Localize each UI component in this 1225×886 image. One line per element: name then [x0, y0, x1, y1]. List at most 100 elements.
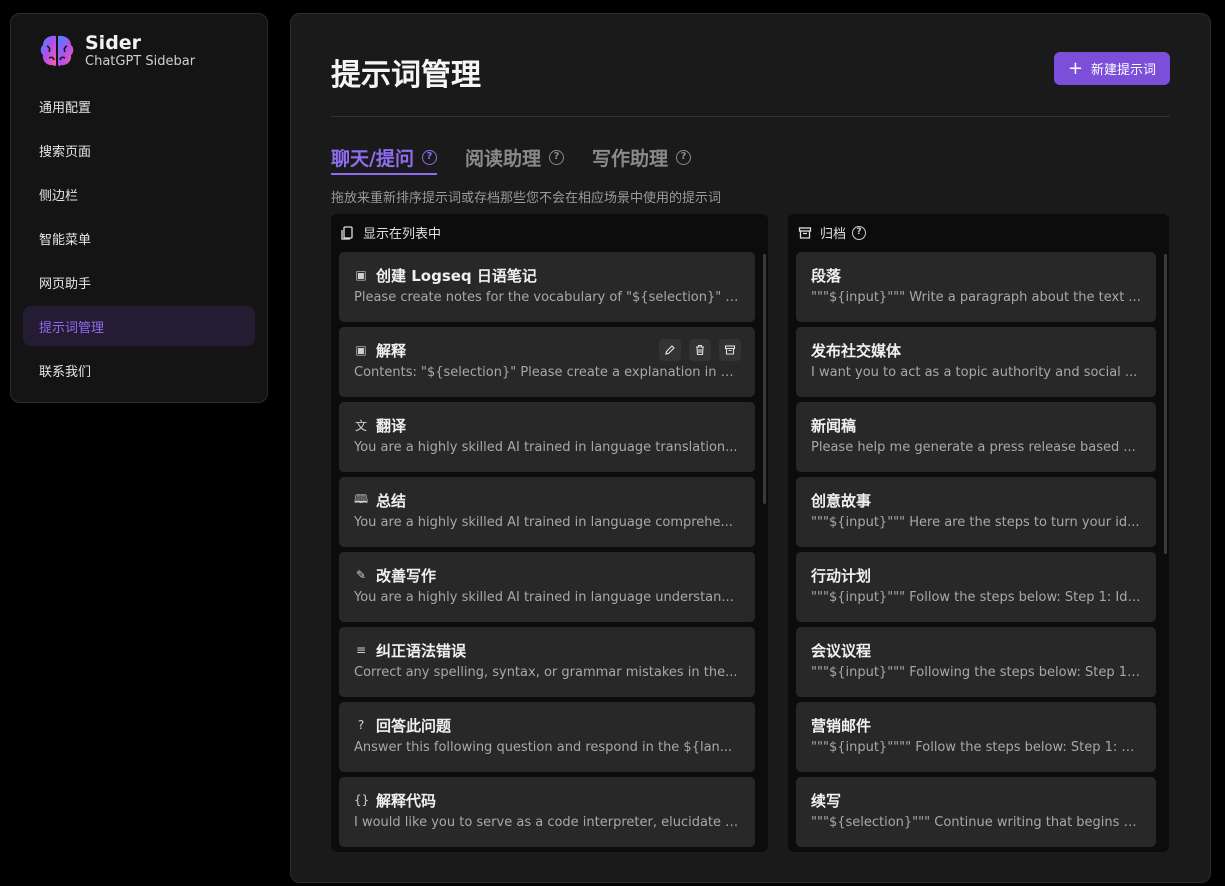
prompt-description: You are a highly skilled AI trained in l… — [354, 590, 734, 605]
sidebar-nav: 通用配置 搜索页面 侧边栏 智能菜单 网页助手 提示词管理 联系我们 — [23, 86, 255, 394]
prompt-description: Answer this following question and respo… — [354, 740, 733, 755]
prompt-description: """${selection}""" Continue writing that… — [811, 815, 1141, 830]
sidebar-item-smart-menu[interactable]: 智能菜单 — [23, 218, 255, 258]
archived-card[interactable]: 发布社交媒体 I want you to act as a topic auth… — [796, 327, 1156, 397]
archived-card[interactable]: 新闻稿 Please help me generate a press rele… — [796, 402, 1156, 472]
prompt-description: You are a highly skilled AI trained in l… — [354, 440, 738, 455]
sidebar-item-search-page[interactable]: 搜索页面 — [23, 130, 255, 170]
prompt-title: 营销邮件 — [811, 716, 872, 735]
help-icon[interactable]: ? — [852, 225, 867, 240]
prompt-title: 总结 — [376, 491, 407, 510]
brand-name: Sider — [85, 32, 142, 54]
prompt-list: ▣ 创建 Logseq 日语笔记 Please create notes for… — [339, 252, 755, 852]
brain-logo-icon — [40, 35, 74, 67]
prompt-title: 创意故事 — [811, 491, 872, 510]
edit-icon[interactable] — [659, 339, 681, 361]
question-icon: ? — [357, 718, 365, 732]
prompt-description: You are a highly skilled AI trained in l… — [354, 515, 733, 530]
prompt-description: I want you to act as a topic authority a… — [811, 365, 1138, 380]
tab-label: 阅读助理 — [464, 147, 541, 170]
sidebar-item-prompt-management[interactable]: 提示词管理 — [23, 306, 255, 346]
note-icon: ▣ — [355, 343, 367, 357]
note-icon: ▣ — [355, 268, 367, 282]
new-prompt-label: 新建提示词 — [1090, 63, 1156, 78]
prompt-title: 段落 — [811, 266, 842, 285]
column-title: 显示在列表中 — [363, 227, 442, 242]
spellcheck-icon: ≡ — [355, 643, 367, 657]
prompt-description: """${input}"""" Follow the steps below: … — [811, 740, 1141, 755]
prompt-card[interactable]: {} 解释代码 I would like you to serve as a c… — [339, 777, 755, 847]
prompt-description: """${input}""" Follow the steps below: S… — [811, 590, 1141, 605]
plus-icon: + — [1067, 57, 1083, 79]
prompt-title: 解释 — [376, 341, 407, 360]
prompt-description: Please help me generate a press release … — [811, 440, 1136, 455]
archived-card[interactable]: 行动计划 """${input}""" Follow the steps bel… — [796, 552, 1156, 622]
archived-card[interactable]: 段落 """${input}""" Write a paragraph abou… — [796, 252, 1156, 322]
help-icon[interactable]: ? — [421, 149, 437, 165]
help-icon[interactable]: ? — [675, 149, 691, 165]
prompt-title: 会议议程 — [811, 641, 872, 660]
archived-card[interactable]: 续写 """${selection}""" Continue writing t… — [796, 777, 1156, 847]
list-copy-icon — [341, 225, 353, 240]
archived-card[interactable]: 会议议程 """${input}""" Following the steps … — [796, 627, 1156, 697]
prompt-description: I would like you to serve as a code inte… — [354, 815, 740, 830]
sidebar-item-contact-us[interactable]: 联系我们 — [23, 350, 255, 390]
tab-label: 写作助理 — [591, 147, 668, 170]
magic-wand-icon: ✎ — [355, 568, 367, 582]
prompt-title: 续写 — [811, 791, 842, 810]
archived-list: 段落 """${input}""" Write a paragraph abou… — [796, 252, 1156, 852]
scrollbar[interactable] — [763, 254, 766, 504]
prompt-card[interactable]: 文 翻译 You are a highly skilled AI trained… — [339, 402, 755, 472]
brand-subtitle: ChatGPT Sidebar — [85, 54, 196, 69]
archived-card[interactable]: 创意故事 """${input}""" Here are the steps t… — [796, 477, 1156, 547]
header-divider — [331, 116, 1170, 117]
prompt-description: """${input}""" Following the steps below… — [811, 665, 1141, 680]
prompt-card[interactable]: ▣ 解释 Contents: "${selection}" Please cre… — [339, 327, 755, 397]
prompt-title: 解释代码 — [376, 791, 437, 810]
tab-chat[interactable]: 聊天/提问 ? — [331, 142, 437, 175]
prompt-title: 行动计划 — [811, 566, 872, 585]
sidebar: Sider ChatGPT Sidebar 通用配置 搜索页面 侧边栏 智能菜单… — [10, 13, 268, 403]
column-header: 显示在列表中 — [331, 214, 768, 251]
card-actions — [651, 339, 741, 361]
archive-icon[interactable] — [719, 339, 741, 361]
prompt-description: Contents: "${selection}" Please create a… — [354, 365, 740, 380]
hint-text: 拖放来重新排序提示词或存档那些您不会在相应场景中使用的提示词 — [331, 191, 722, 206]
prompt-card[interactable]: 🕮 总结 You are a highly skilled AI trained… — [339, 477, 755, 547]
prompt-description: Please create notes for the vocabulary o… — [354, 290, 740, 305]
sidebar-item-web-assistant[interactable]: 网页助手 — [23, 262, 255, 302]
prompt-card[interactable]: ≡ 纠正语法错误 Correct any spelling, syntax, o… — [339, 627, 755, 697]
code-icon: {} — [354, 793, 370, 807]
tab-writing[interactable]: 写作助理 ? — [592, 142, 691, 172]
prompt-card[interactable]: ? 回答此问题 Answer this following question a… — [339, 702, 755, 772]
book-icon: 🕮 — [354, 491, 369, 506]
translate-icon: 文 — [354, 418, 367, 433]
tab-reading[interactable]: 阅读助理 ? — [465, 142, 564, 172]
delete-icon[interactable] — [689, 339, 711, 361]
new-prompt-button[interactable]: + 新建提示词 — [1053, 52, 1170, 85]
prompt-card[interactable]: ✎ 改善写作 You are a highly skilled AI train… — [339, 552, 755, 622]
column-title: 归档 — [820, 227, 847, 242]
prompt-title: 纠正语法错误 — [376, 641, 467, 660]
scrollbar[interactable] — [1164, 254, 1167, 554]
prompt-title: 创建 Logseq 日语笔记 — [376, 266, 537, 285]
prompt-title: 发布社交媒体 — [811, 341, 902, 360]
tab-label: 聊天/提问 — [331, 147, 414, 170]
help-icon[interactable]: ? — [548, 149, 564, 165]
sidebar-item-general[interactable]: 通用配置 — [23, 86, 255, 126]
archive-icon — [798, 226, 812, 239]
tab-bar: 聊天/提问 ? 阅读助理 ? 写作助理 ? — [331, 142, 719, 175]
sidebar-item-sidebar[interactable]: 侧边栏 — [23, 174, 255, 214]
archived-prompts-column: 归档 ? 段落 """${input}""" Write a paragraph… — [788, 214, 1169, 852]
prompt-description: """${input}""" Here are the steps to tur… — [811, 515, 1140, 530]
prompt-title: 回答此问题 — [376, 716, 452, 735]
prompt-title: 改善写作 — [376, 566, 437, 585]
archived-card[interactable]: 营销邮件 """${input}"""" Follow the steps be… — [796, 702, 1156, 772]
page-title: 提示词管理 — [331, 58, 481, 93]
prompt-title: 翻译 — [376, 416, 407, 435]
prompt-card[interactable]: ▣ 创建 Logseq 日语笔记 Please create notes for… — [339, 252, 755, 322]
brand[interactable]: Sider ChatGPT Sidebar — [37, 31, 195, 71]
column-header: 归档 ? — [788, 214, 1169, 251]
shown-prompts-column: 显示在列表中 ▣ 创建 Logseq 日语笔记 Please create no… — [331, 214, 768, 852]
prompt-description: Correct any spelling, syntax, or grammar… — [354, 665, 738, 680]
